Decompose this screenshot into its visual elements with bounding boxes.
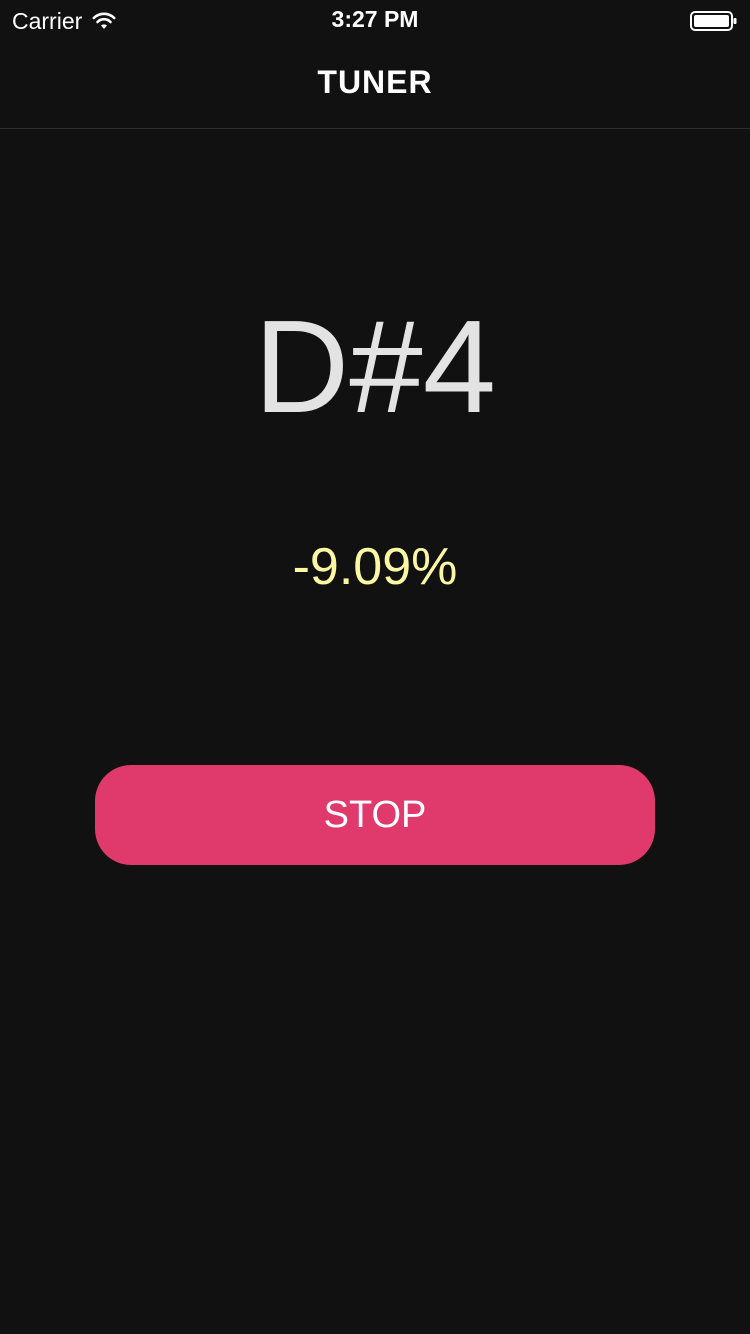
navigation-bar: TUNER [0,40,750,129]
page-title: TUNER [317,64,433,100]
detected-note: D#4 [253,293,497,440]
battery-icon [690,10,738,32]
stop-button[interactable]: STOP [95,765,655,865]
status-bar: Carrier 3:27 PM [0,0,750,40]
status-time: 3:27 PM [331,6,419,32]
pitch-deviation: -9.09% [292,538,458,596]
